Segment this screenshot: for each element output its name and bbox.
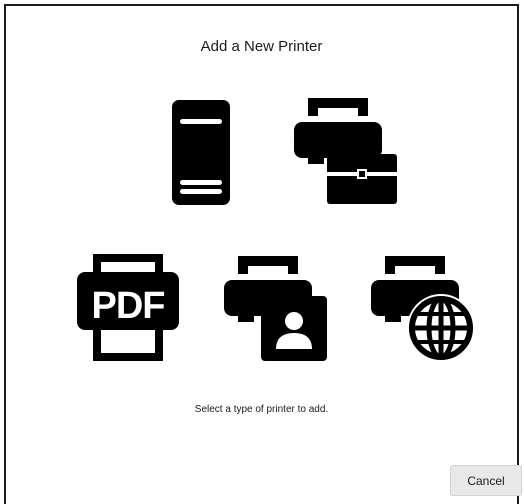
printer-briefcase-icon [294,98,397,204]
network-printer-option[interactable] [371,256,475,362]
pdf-printer-option[interactable]: PDF [77,254,179,361]
network-printer-icon [371,256,475,362]
dialog-title: Add a New Printer [200,38,323,55]
server-printer-option[interactable] [172,100,230,205]
instruction-text: Select a type of printer to add. [194,404,329,415]
add-printer-dialog: Add a New Printer PDF Select a type of p… [4,4,522,504]
server-icon [172,100,230,205]
cancel-button[interactable]: Cancel [450,465,522,496]
pdf-badge-text: PDF [92,285,165,327]
pdf-printer-icon: PDF [77,254,179,361]
contact-printer-option[interactable] [224,256,328,361]
printer-contact-icon [224,256,327,361]
business-printer-option[interactable] [294,98,398,204]
